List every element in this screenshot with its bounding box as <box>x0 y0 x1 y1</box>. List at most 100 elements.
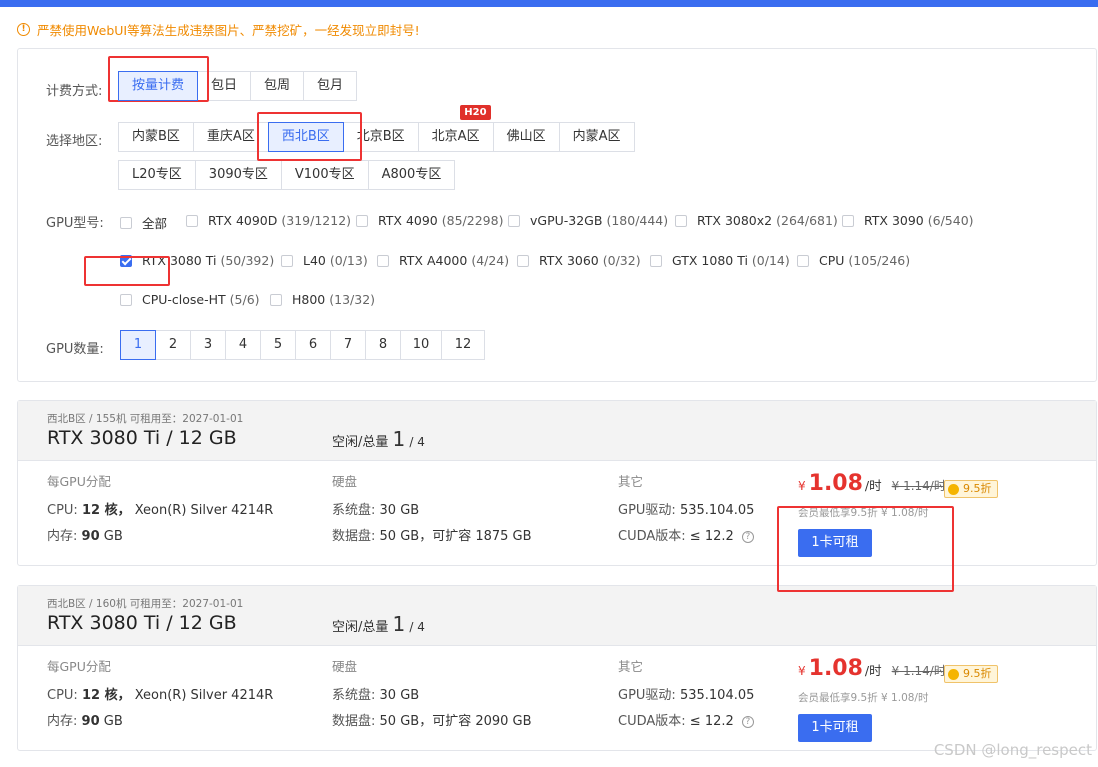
gpu-model-option[interactable]: H800 (13/32) <box>270 292 375 307</box>
card-meta: 西北B区 / 155机 可租用至：2027-01-01 <box>47 413 244 425</box>
checkbox[interactable] <box>281 254 293 267</box>
checkbox-checked[interactable] <box>120 254 132 267</box>
billing-option-daily[interactable]: 包日 <box>197 71 252 101</box>
card-title: RTX 3080 Ti / 12 GB <box>47 427 237 449</box>
gpu-model-option[interactable]: RTX 3060 (0/32) <box>517 253 641 268</box>
billing-option-monthly[interactable]: 包月 <box>303 71 358 101</box>
top-accent-bar <box>0 0 1098 7</box>
gpu-instance-card: 西北B区 / 155机 可租用至：2027-01-01 RTX 3080 Ti … <box>17 400 1097 566</box>
gpu-model-option[interactable]: RTX 4090D (319/1212) <box>186 213 351 228</box>
cpu-label: CPU: <box>47 503 78 518</box>
gpu-count-option[interactable]: 6 <box>295 330 331 360</box>
region-option[interactable]: 内蒙A区 <box>558 122 635 152</box>
gpu-model-option[interactable]: vGPU-32GB (180/444) <box>508 213 668 228</box>
gpu-model-name: RTX A4000 <box>399 253 468 268</box>
gpu-count-option[interactable]: 2 <box>155 330 191 360</box>
gpu-model-count: (105/246) <box>848 253 911 268</box>
gpu-count-option[interactable]: 12 <box>441 330 485 360</box>
gpu-model-option[interactable]: RTX 3080x2 (264/681) <box>675 213 838 228</box>
checkbox[interactable] <box>120 293 132 306</box>
data-disk-label: 数据盘: <box>332 529 376 544</box>
disk-header: 硬盘 <box>332 659 358 674</box>
total-count: / 4 <box>409 620 425 634</box>
gpu-count-option[interactable]: 3 <box>190 330 226 360</box>
h20-badge: H20 <box>460 105 491 120</box>
system-disk-label: 系统盘: <box>332 688 376 703</box>
alert-circle-icon: ! <box>17 23 30 36</box>
gpu-count-option[interactable]: 5 <box>260 330 296 360</box>
checkbox[interactable] <box>377 254 389 267</box>
gpu-model-option[interactable]: 全部 <box>120 213 171 232</box>
checkbox[interactable] <box>797 254 809 267</box>
gpu-model-option[interactable]: CPU (105/246) <box>797 253 910 268</box>
price-currency: ¥ <box>798 479 806 493</box>
gpu-model-option[interactable]: RTX 3090 (6/540) <box>842 213 974 228</box>
card-meta: 西北B区 / 160机 可租用至：2027-01-01 <box>47 598 244 610</box>
gpu-count-option[interactable]: 1 <box>120 330 156 360</box>
gpu-model-option[interactable]: CPU-close-HT (5/6) <box>120 292 260 307</box>
disk-header: 硬盘 <box>332 474 358 489</box>
checkbox[interactable] <box>650 254 662 267</box>
checkbox[interactable] <box>517 254 529 267</box>
gpu-model-option[interactable]: RTX 4090 (85/2298) <box>356 213 503 228</box>
billing-option-payg[interactable]: 按量计费 <box>118 71 199 101</box>
region-option[interactable]: V100专区 <box>280 160 369 190</box>
region-option[interactable]: 北京B区 <box>342 122 419 152</box>
rent-button[interactable]: 1卡可租 <box>798 714 872 742</box>
checkbox[interactable] <box>186 214 198 227</box>
rent-button[interactable]: 1卡可租 <box>798 529 872 557</box>
region-option[interactable]: 重庆A区 <box>192 122 269 152</box>
memory-unit: GB <box>103 714 123 729</box>
gpu-count-option[interactable]: 10 <box>400 330 442 360</box>
gpu-model-count: (0/13) <box>329 253 368 268</box>
gpu-model-option[interactable]: GTX 1080 Ti (0/14) <box>650 253 790 268</box>
gpu-model-count: (319/1212) <box>281 213 352 228</box>
region-option[interactable]: 内蒙B区 <box>118 122 194 152</box>
gpu-model-name: RTX 4090 <box>378 213 438 228</box>
gpu-model-count: (50/392) <box>220 253 275 268</box>
system-disk-value: 30 GB <box>379 503 420 518</box>
data-disk: 数据盘: 50 GB，可扩容 1875 GB <box>332 525 532 544</box>
gpu-model-count: (13/32) <box>329 292 376 307</box>
gpu-driver-value: 535.104.05 <box>679 688 755 703</box>
billing-option-weekly[interactable]: 包周 <box>250 71 305 101</box>
warning-banner: ! 严禁使用WebUI等算法生成违禁图片、严禁挖矿，一经发现立即封号! <box>17 20 420 39</box>
checkbox[interactable] <box>508 214 520 227</box>
gpu-model-name: RTX 4090D <box>208 213 278 228</box>
gpu-count-option[interactable]: 7 <box>330 330 366 360</box>
gpu-model-option[interactable]: L40 (0/13) <box>281 253 368 268</box>
member-note: 会员最低享9.5折 ¥ 1.08/时 <box>798 507 929 519</box>
gpu-count-option[interactable]: 4 <box>225 330 261 360</box>
gpu-driver: GPU驱动: 535.104.05 <box>618 684 754 703</box>
checkbox[interactable] <box>675 214 687 227</box>
idle-count: 1 <box>392 612 406 636</box>
checkbox[interactable] <box>356 214 368 227</box>
checkbox[interactable] <box>120 216 132 229</box>
gpu-model-name: RTX 3060 <box>539 253 599 268</box>
price-value: 1.08 <box>808 471 863 496</box>
region-option[interactable]: A800专区 <box>367 160 456 190</box>
region-option-with-badge[interactable]: 北京A区 H20 <box>417 105 494 152</box>
old-price: ¥ 1.14/时 <box>891 664 946 678</box>
gpu-model-name: H800 <box>292 292 326 307</box>
billing-selector: 按量计费 包日 包周 包月 <box>118 71 358 101</box>
checkbox[interactable] <box>270 293 282 306</box>
cpu-label: CPU: <box>47 688 78 703</box>
region-option[interactable]: 3090专区 <box>194 160 282 190</box>
region-option[interactable]: 佛山区 <box>492 122 560 152</box>
idle-label: 空闲/总量 <box>332 620 389 635</box>
total-count: / 4 <box>409 435 425 449</box>
region-option-selected[interactable]: 西北B区 <box>267 122 344 152</box>
gpu-count-option[interactable]: 8 <box>365 330 401 360</box>
memory-label: 内存: <box>47 714 78 729</box>
region-option[interactable]: L20专区 <box>118 160 196 190</box>
gpu-model-option[interactable]: RTX A4000 (4/24) <box>377 253 509 268</box>
gpu-model-option[interactable]: RTX 3080 Ti (50/392) <box>120 253 274 268</box>
gpu-instance-card: 西北B区 / 160机 可租用至：2027-01-01 RTX 3080 Ti … <box>17 585 1097 751</box>
checkbox[interactable] <box>842 214 854 227</box>
cpu-model: Xeon(R) Silver 4214R <box>134 503 274 518</box>
help-question-icon[interactable]: ? <box>741 530 754 543</box>
help-question-icon[interactable]: ? <box>741 715 754 728</box>
member-note: 会员最低享9.5折 ¥ 1.08/时 <box>798 692 929 704</box>
cpu-cores: 12 核， <box>81 503 131 518</box>
